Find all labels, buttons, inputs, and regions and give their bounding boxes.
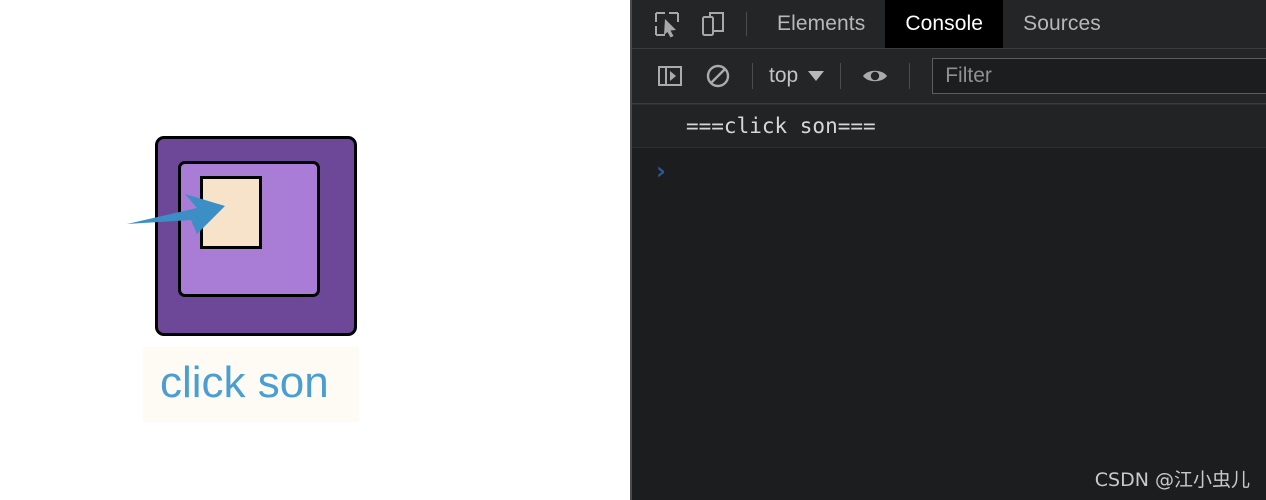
- child-box[interactable]: [178, 161, 320, 297]
- watermark-text: CSDN @江小虫儿: [1094, 469, 1250, 491]
- live-expression-eye-icon[interactable]: [851, 49, 899, 103]
- prompt-chevron-icon: ›: [656, 157, 666, 185]
- toolbar-divider-2: [840, 63, 842, 89]
- clear-console-icon[interactable]: [694, 49, 742, 103]
- chevron-down-icon: [808, 71, 825, 81]
- inspect-element-icon[interactable]: [644, 0, 690, 48]
- click-son-label: click son: [160, 358, 329, 407]
- device-toolbar-icon[interactable]: [690, 0, 736, 48]
- tab-console[interactable]: Console: [885, 0, 1004, 48]
- parent-box[interactable]: [155, 136, 357, 336]
- tab-sources[interactable]: Sources: [1003, 0, 1121, 48]
- devtools-tabbar: Elements Console Sources: [632, 0, 1266, 49]
- tabbar-divider: [746, 12, 747, 36]
- execution-context-selector[interactable]: top: [763, 64, 830, 88]
- console-output: ===click son=== ›: [632, 104, 1266, 500]
- console-prompt[interactable]: ›: [632, 148, 1266, 194]
- console-message-text: ===click son===: [686, 114, 876, 138]
- execution-context-value: top: [769, 64, 799, 87]
- son-box[interactable]: [200, 176, 262, 249]
- click-son-button[interactable]: click son: [143, 347, 359, 422]
- console-filter-input[interactable]: Filter: [932, 58, 1266, 94]
- tab-elements[interactable]: Elements: [757, 0, 885, 48]
- toolbar-divider-3: [909, 63, 911, 89]
- console-message-row[interactable]: ===click son===: [632, 104, 1266, 148]
- devtools-panel: Elements Console Sources top Filter ===c…: [630, 0, 1266, 500]
- console-toolbar: top Filter: [632, 49, 1266, 104]
- web-page-viewport: click son: [0, 0, 630, 500]
- toolbar-divider-1: [752, 63, 753, 89]
- console-sidebar-icon[interactable]: [646, 49, 694, 103]
